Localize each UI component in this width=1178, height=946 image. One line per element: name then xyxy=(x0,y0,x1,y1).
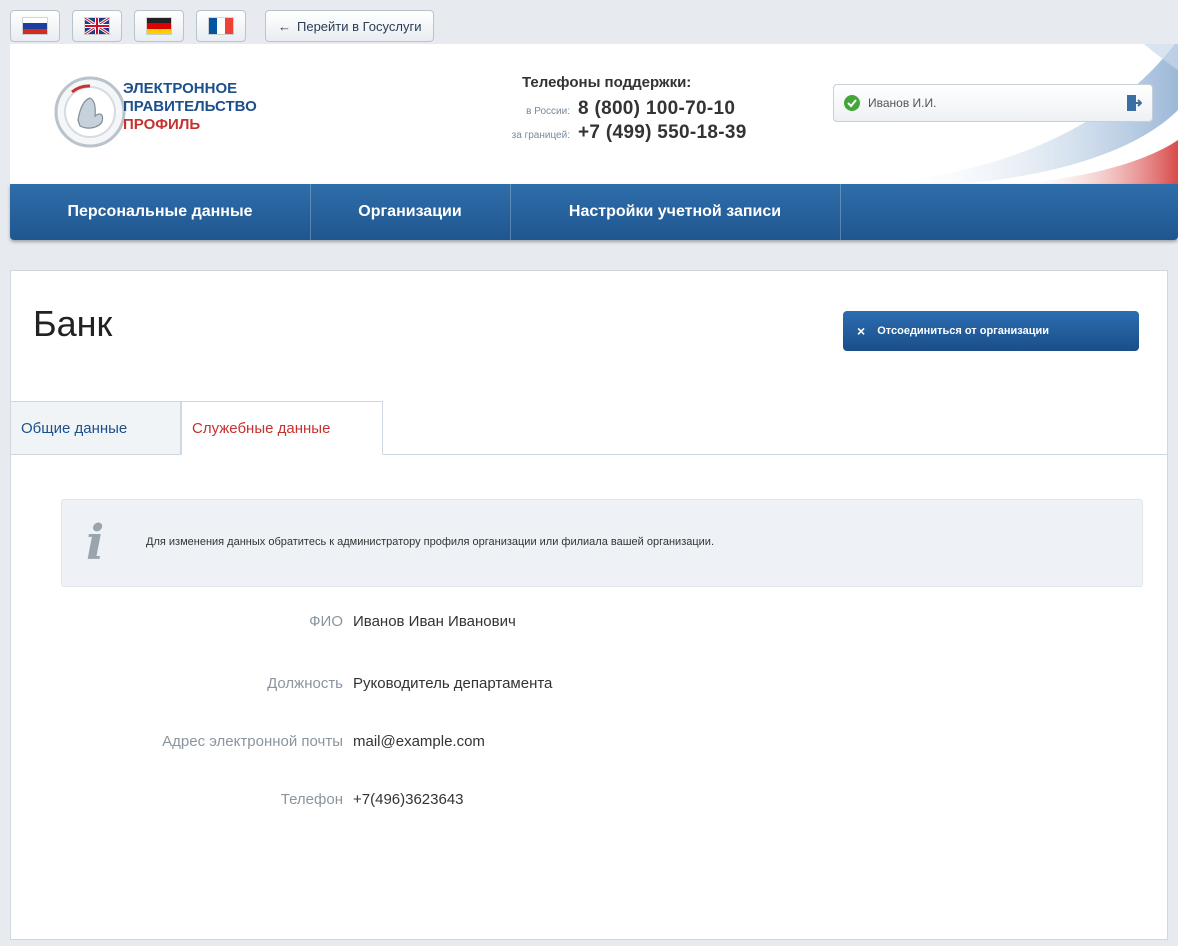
language-de-button[interactable] xyxy=(134,10,184,42)
close-icon: × xyxy=(857,323,866,339)
arrow-left-icon: ← xyxy=(278,18,291,34)
main-navigation: Персональные данные Организации Настройк… xyxy=(10,184,1178,240)
support-title: Телефоны поддержки: xyxy=(522,74,692,91)
disconnect-organization-button[interactable]: × Отсоединиться от организации xyxy=(843,311,1139,351)
organization-card: Банк × Отсоединиться от организации Общи… xyxy=(10,270,1168,940)
phone-abroad: за границей: +7 (499) 550-18-39 xyxy=(450,122,747,144)
go-to-gosuslugi-button[interactable]: ← Перейти в Госуслуги xyxy=(265,10,435,42)
user-name[interactable]: Иванов И.И. xyxy=(868,96,1126,110)
uk-flag-icon xyxy=(85,18,109,34)
logo-text: ЭЛЕКТРОННОЕ ПРАВИТЕЛЬСТВО ПРОФИЛЬ xyxy=(123,80,257,134)
field-full-name: ФИО Иванов Иван Иванович xyxy=(11,613,1111,637)
phone-number: +7 (499) 550-18-39 xyxy=(578,122,747,143)
page-title: Банк xyxy=(33,303,113,344)
language-ru-button[interactable] xyxy=(10,10,60,42)
check-icon xyxy=(844,95,860,111)
phone-caption: в России: xyxy=(526,106,570,117)
notice-text: Для изменения данных обратитесь к админи… xyxy=(146,536,715,548)
field-phone: Телефон +7(496)3623643 xyxy=(11,791,1111,815)
tab-general-data[interactable]: Общие данные xyxy=(11,401,181,455)
field-label: Адрес электронной почты xyxy=(162,733,343,750)
phone-number: 8 (800) 100-70-10 xyxy=(578,98,736,119)
logo-line-1: ЭЛЕКТРОННОЕ xyxy=(123,80,238,97)
nav-item-personal-data[interactable]: Персональные данные xyxy=(10,184,311,240)
language-fr-button[interactable] xyxy=(196,10,246,42)
logout-icon[interactable] xyxy=(1126,94,1142,112)
language-en-button[interactable] xyxy=(72,10,122,42)
go-to-gosuslugi-label: Перейти в Госуслуги xyxy=(297,18,422,34)
info-notice: i Для изменения данных обратитесь к адми… xyxy=(61,499,1143,587)
info-icon: i xyxy=(86,515,105,571)
field-value: mail@example.com xyxy=(353,733,485,750)
field-label: ФИО xyxy=(309,613,343,630)
user-account-box[interactable]: Иванов И.И. xyxy=(833,84,1153,122)
field-email: Адрес электронной почты mail@example.com xyxy=(11,733,1111,757)
field-value: +7(496)3623643 xyxy=(353,791,464,808)
nav-item-account-settings[interactable]: Настройки учетной записи xyxy=(510,184,841,240)
tab-service-data[interactable]: Служебные данные xyxy=(181,401,383,455)
logo-line-3: ПРОФИЛЬ xyxy=(123,116,201,133)
france-flag-icon xyxy=(209,18,233,34)
germany-flag-icon xyxy=(147,18,171,34)
field-label: Должность xyxy=(267,675,343,692)
top-strip: ← Перейти в Госуслуги xyxy=(0,0,1178,44)
field-value: Руководитель департамента xyxy=(353,675,553,692)
field-label: Телефон xyxy=(280,791,343,808)
phone-caption: за границей: xyxy=(511,130,570,141)
russia-flag-icon xyxy=(23,18,47,34)
e-government-logo xyxy=(54,76,126,148)
site-header: ЭЛЕКТРОННОЕ ПРАВИТЕЛЬСТВО ПРОФИЛЬ Телефо… xyxy=(10,44,1178,184)
phone-russia: в России: 8 (800) 100-70-10 xyxy=(450,98,735,120)
disconnect-label: Отсоединиться от организации xyxy=(877,325,1049,337)
field-value: Иванов Иван Иванович xyxy=(353,613,516,630)
logo-line-2: ПРАВИТЕЛЬСТВО xyxy=(123,98,257,115)
field-position: Должность Руководитель департамента xyxy=(11,675,1111,699)
nav-item-organizations[interactable]: Организации xyxy=(310,184,511,240)
